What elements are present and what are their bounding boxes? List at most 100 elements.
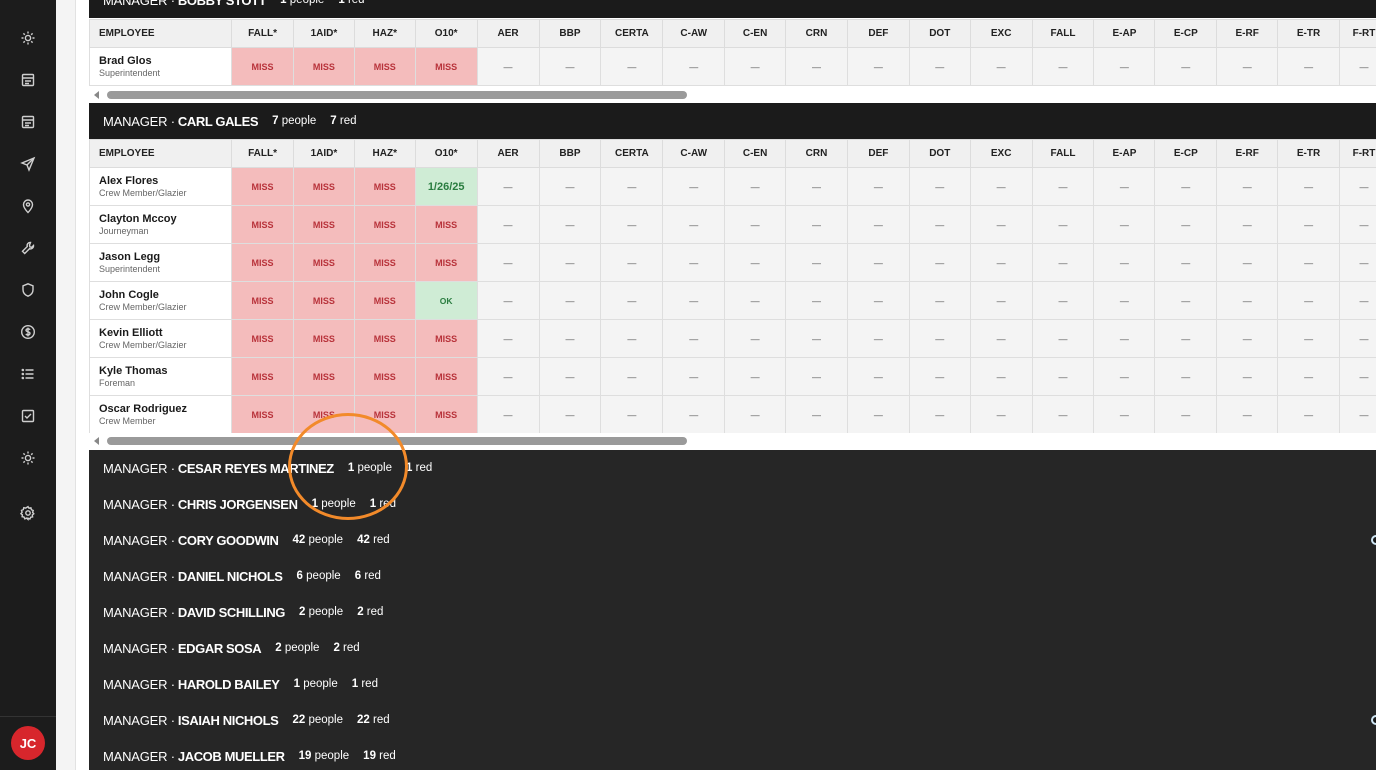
user-avatar[interactable]: JC [11,726,45,760]
column-header[interactable]: EMPLOYEE [89,139,233,168]
column-header[interactable]: FALL [1031,19,1095,48]
status-cell-miss[interactable]: MISS [292,281,355,320]
status-cell-empty[interactable]: — [538,205,602,244]
column-header[interactable]: CRN [785,139,848,168]
status-cell-empty[interactable]: — [1154,47,1218,86]
column-header[interactable]: C-EN [724,139,787,168]
status-cell-miss[interactable]: MISS [353,205,416,244]
column-header[interactable]: EXC [969,19,1033,48]
status-cell-empty[interactable]: — [846,167,910,206]
status-cell-empty[interactable]: — [1154,357,1218,396]
column-header[interactable]: DEF [846,19,910,48]
status-cell-miss[interactable]: MISS [231,47,294,86]
scrollbar-thumb[interactable] [107,91,687,99]
column-header[interactable]: BBP [538,139,602,168]
status-cell-empty[interactable]: — [538,395,602,434]
status-cell-empty[interactable]: — [846,243,910,282]
column-header[interactable]: EXC [969,139,1033,168]
status-cell-miss[interactable]: MISS [414,47,478,86]
status-cell-empty[interactable]: — [538,243,602,282]
status-cell-empty[interactable]: — [662,205,726,244]
status-cell-empty[interactable]: — [969,243,1033,282]
status-cell-empty[interactable]: — [846,357,910,396]
list-icon[interactable] [18,364,38,384]
manager-group-header[interactable]: MANAGER · EDGAR SOSA 2 people 2 red [89,630,1376,666]
status-cell-empty[interactable]: — [1277,281,1341,320]
status-cell-empty[interactable]: — [538,281,602,320]
status-cell-empty[interactable]: — [785,205,848,244]
column-header[interactable]: BBP [538,19,602,48]
status-cell-empty[interactable]: — [908,395,971,434]
status-cell-miss[interactable]: MISS [353,357,416,396]
status-cell-miss[interactable]: MISS [353,395,416,434]
status-cell-empty[interactable]: — [662,167,726,206]
status-cell-miss[interactable]: MISS [231,357,294,396]
status-cell-miss[interactable]: MISS [414,395,478,434]
column-header[interactable]: HAZ* [353,19,416,48]
status-cell-empty[interactable]: — [1031,281,1095,320]
status-cell-empty[interactable]: — [600,281,664,320]
document-icon[interactable] [18,112,38,132]
status-cell-empty[interactable]: — [846,281,910,320]
status-cell-empty[interactable]: — [1277,167,1341,206]
column-header[interactable]: AER [476,139,540,168]
status-cell-empty[interactable]: — [785,281,848,320]
status-cell-empty[interactable]: — [1277,357,1341,396]
status-cell-miss[interactable]: MISS [353,281,416,320]
status-cell-date[interactable]: 1/26/25 [414,167,478,206]
checkbox-icon[interactable] [18,406,38,426]
status-cell-empty[interactable]: — [600,167,664,206]
status-cell-empty[interactable]: — [1093,243,1156,282]
location-pin-icon[interactable] [18,196,38,216]
status-cell-empty[interactable]: — [969,47,1033,86]
employee-cell[interactable]: Oscar Rodriguez Crew Member [89,395,233,434]
column-header[interactable]: 1AID* [292,139,355,168]
scroll-left-arrow-icon[interactable] [94,437,99,445]
status-cell-empty[interactable]: — [476,357,540,396]
column-header[interactable]: 1AID* [292,19,355,48]
employee-cell[interactable]: John Cogle Crew Member/Glazier [89,281,233,320]
manager-group-header[interactable]: MANAGER · DANIEL NICHOLS 6 people 6 red [89,558,1376,594]
status-cell-empty[interactable]: — [785,47,848,86]
column-header[interactable]: CERTA [600,19,664,48]
status-cell-empty[interactable]: — [724,395,787,434]
status-cell-empty[interactable]: — [724,243,787,282]
status-cell-empty[interactable]: — [538,357,602,396]
status-cell-empty[interactable]: — [476,395,540,434]
manager-group-header[interactable]: MANAGER · CORY GOODWIN 42 people 42 red [89,522,1376,558]
status-cell-miss[interactable]: MISS [231,243,294,282]
status-cell-empty[interactable]: — [1339,167,1376,206]
status-cell-empty[interactable]: — [1093,281,1156,320]
status-cell-empty[interactable]: — [538,167,602,206]
wrench-icon[interactable] [18,238,38,258]
status-cell-empty[interactable]: — [908,243,971,282]
status-cell-empty[interactable]: — [600,395,664,434]
manager-group-header[interactable]: MANAGER · DAVID SCHILLING 2 people 2 red [89,594,1376,630]
column-header[interactable]: CRN [785,19,848,48]
status-cell-empty[interactable]: — [476,205,540,244]
sun-icon[interactable] [18,448,38,468]
employee-cell[interactable]: Clayton Mccoy Journeyman [89,205,233,244]
manager-group-header[interactable]: MANAGER · ISAIAH NICHOLS 22 people 22 red [89,702,1376,738]
status-cell-miss[interactable]: MISS [414,319,478,358]
status-cell-empty[interactable]: — [662,243,726,282]
status-cell-empty[interactable]: — [1216,47,1279,86]
status-cell-empty[interactable]: — [1216,167,1279,206]
status-cell-empty[interactable]: — [1031,357,1095,396]
status-cell-empty[interactable]: — [969,205,1033,244]
column-header[interactable]: E-TR [1277,139,1341,168]
dollar-icon[interactable] [18,322,38,342]
column-header[interactable]: E-CP [1154,139,1218,168]
shield-icon[interactable] [18,280,38,300]
horizontal-scrollbar[interactable] [89,87,1376,103]
status-cell-empty[interactable]: — [969,319,1033,358]
status-cell-empty[interactable]: — [1031,205,1095,244]
status-cell-empty[interactable]: — [1277,47,1341,86]
status-cell-empty[interactable]: — [662,47,726,86]
column-header[interactable]: CERTA [600,139,664,168]
status-cell-empty[interactable]: — [846,319,910,358]
column-header[interactable]: E-AP [1093,139,1156,168]
employee-cell[interactable]: Alex Flores Crew Member/Glazier [89,167,233,206]
status-cell-empty[interactable]: — [724,319,787,358]
column-header[interactable]: F-RT [1339,139,1376,168]
